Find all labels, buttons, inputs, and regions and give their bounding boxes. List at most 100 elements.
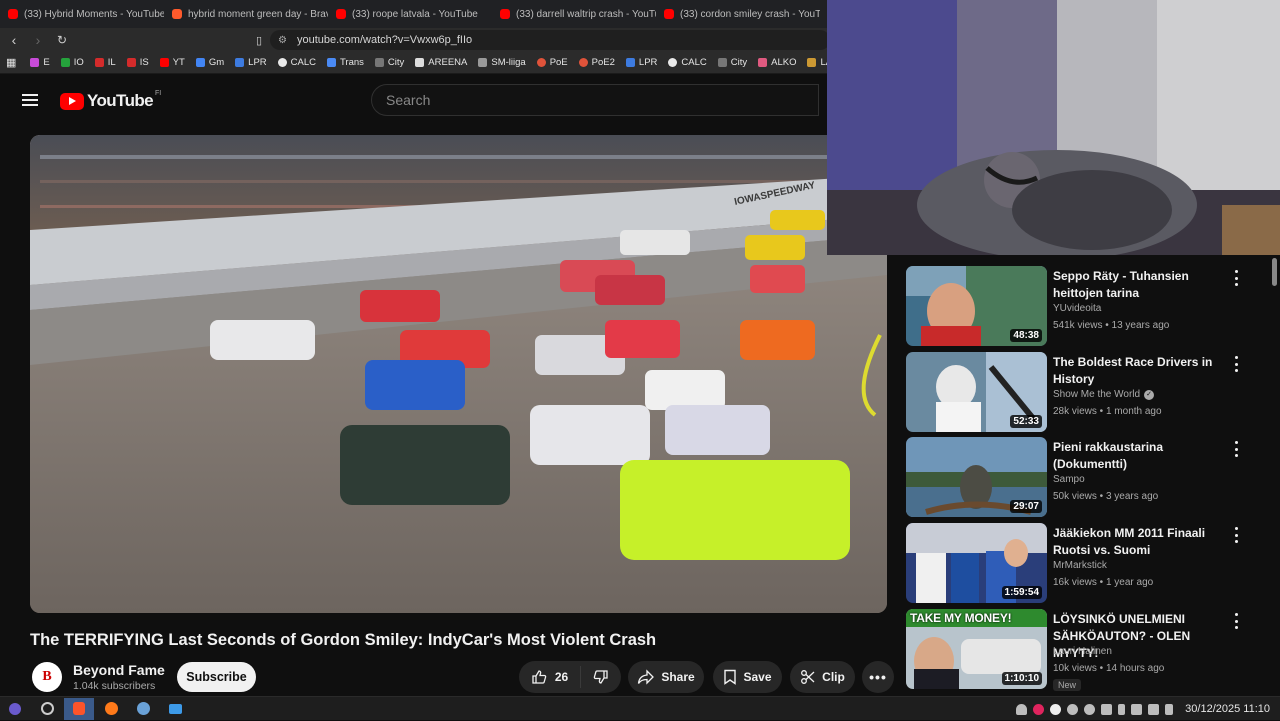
steam-tray-icon[interactable]: [1067, 703, 1079, 715]
notification-bell-icon[interactable]: [1016, 703, 1028, 715]
channel-name[interactable]: Beyond Fame: [73, 662, 165, 678]
forward-button[interactable]: ›: [28, 30, 48, 50]
video-duration: 52:33: [1010, 415, 1042, 428]
microphone-icon[interactable]: [1118, 703, 1126, 715]
media-play-icon[interactable]: [1084, 703, 1096, 715]
bookmark[interactable]: PoE: [536, 57, 568, 68]
more-vertical-icon[interactable]: [1232, 613, 1240, 629]
apps-grid-icon[interactable]: ▦: [6, 56, 16, 69]
channel-name[interactable]: Show Me the World ✓: [1053, 389, 1155, 400]
video-thumbnail[interactable]: 1:59:54: [906, 523, 1047, 603]
dislike-button[interactable]: [581, 669, 621, 685]
bookmark[interactable]: LPR: [235, 57, 267, 68]
video-player[interactable]: IOWASPEEDWAY: [30, 135, 887, 613]
clipboard-icon[interactable]: [1101, 703, 1113, 715]
bookmark[interactable]: City: [374, 57, 404, 68]
search-input[interactable]: Search: [371, 84, 819, 116]
channel-name[interactable]: YUvideoita: [1053, 303, 1101, 314]
tab-title: (33) Hybrid Moments - YouTube: [24, 8, 164, 20]
menu-icon[interactable]: [22, 94, 38, 106]
bookmark-page-button[interactable]: ▯: [249, 30, 269, 50]
like-button[interactable]: 26: [519, 666, 581, 688]
bookmark[interactable]: YT: [159, 57, 185, 68]
tab-title: hybrid moment green day - Brav: [188, 8, 328, 20]
video-title[interactable]: The Boldest Race Drivers in History: [1053, 354, 1225, 388]
bookmark-label: YT: [172, 57, 185, 68]
recommended-video[interactable]: TAKE MY MONEY! 1:10:10 LÖYSINKÖ UNELMIEN…: [906, 609, 1246, 691]
sidebar-scrollbar[interactable]: [1270, 255, 1278, 695]
expand-tray-icon[interactable]: [1165, 703, 1174, 715]
bookmark[interactable]: IL: [94, 57, 116, 68]
bookmark[interactable]: AREENA: [415, 57, 467, 68]
back-button[interactable]: ‹: [4, 30, 24, 50]
taskbar-app-dashboard[interactable]: [32, 698, 62, 720]
bookmark[interactable]: SM-liiga: [478, 57, 526, 68]
more-vertical-icon[interactable]: [1232, 270, 1240, 286]
clock-datetime[interactable]: 30/12/2025 11:10: [1185, 703, 1270, 715]
taskbar-app-brave[interactable]: [64, 697, 94, 720]
more-vertical-icon[interactable]: [1232, 527, 1240, 543]
video-thumbnail[interactable]: 52:33: [906, 352, 1047, 432]
more-actions-button[interactable]: •••: [862, 661, 894, 693]
browser-tab[interactable]: (33) Hybrid Moments - YouTube: [0, 0, 164, 28]
video-meta: 16k views • 1 year ago: [1053, 577, 1154, 588]
bookmark[interactable]: IO: [60, 57, 84, 68]
bookmark[interactable]: E: [30, 57, 50, 68]
channel-avatar[interactable]: B: [32, 662, 62, 692]
recommended-video[interactable]: 52:33 The Boldest Race Drivers in Histor…: [906, 352, 1246, 432]
video-title[interactable]: Pieni rakkaustarina (Dokumentti): [1053, 439, 1225, 473]
more-vertical-icon[interactable]: [1232, 356, 1240, 372]
video-title[interactable]: Jääkiekon MM 2011 Finaali Ruotsi vs. Suo…: [1053, 525, 1225, 559]
bookmark-label: IS: [139, 57, 149, 68]
volume-icon[interactable]: [1131, 703, 1143, 715]
scrollbar-thumb[interactable]: [1272, 258, 1277, 286]
channel-name[interactable]: Lauri Halinen: [1053, 646, 1112, 657]
bookmark[interactable]: CALC: [277, 57, 316, 68]
channel-name[interactable]: MrMarkstick: [1053, 560, 1107, 571]
bookmark-favicon-icon: [578, 58, 588, 67]
bookmark[interactable]: CALC: [668, 57, 707, 68]
bookmark[interactable]: PoE2: [578, 57, 615, 68]
taskbar-app-steam[interactable]: [128, 698, 158, 720]
video-duration: 48:38: [1010, 329, 1042, 342]
more-vertical-icon[interactable]: [1232, 441, 1240, 457]
clip-button[interactable]: Clip: [790, 661, 855, 693]
bookmark[interactable]: Trans: [326, 57, 364, 68]
bookmark[interactable]: IS: [126, 57, 149, 68]
video-title[interactable]: Seppo Räty - Tuhansien heittojen tarina: [1053, 268, 1225, 302]
channel-name[interactable]: Sampo: [1053, 474, 1085, 485]
like-count: 26: [554, 670, 569, 684]
recommended-video[interactable]: 29:07 Pieni rakkaustarina (Dokumentti) S…: [906, 437, 1246, 517]
recommended-video[interactable]: 1:59:54 Jääkiekon MM 2011 Finaali Ruotsi…: [906, 523, 1246, 603]
video-thumbnail[interactable]: 48:38: [906, 266, 1047, 346]
video-thumbnail[interactable]: 29:07: [906, 437, 1047, 517]
browser-tab[interactable]: (33) cordon smiley crash - YouTu: [656, 0, 820, 28]
share-button[interactable]: Share: [628, 661, 704, 693]
app-launcher-button[interactable]: [0, 698, 30, 720]
like-dislike-group: 26: [519, 661, 621, 693]
video-thumbnail[interactable]: TAKE MY MONEY! 1:10:10: [906, 609, 1047, 689]
bookmark[interactable]: City: [717, 57, 747, 68]
network-icon[interactable]: [1148, 703, 1160, 715]
save-button[interactable]: Save: [713, 661, 782, 693]
bookmark[interactable]: ALKO: [758, 57, 796, 68]
browser-tab[interactable]: (33) darrell waltrip crash - YouTu: [492, 0, 656, 28]
bookmark[interactable]: Gm: [195, 57, 224, 68]
bookmark-favicon-icon: [415, 58, 425, 67]
taskbar-app-files[interactable]: [160, 698, 190, 720]
clip-label: Clip: [822, 670, 845, 684]
subscribe-button[interactable]: Subscribe: [177, 662, 256, 692]
youtube-logo[interactable]: YouTube FI: [60, 90, 161, 111]
browser-tab[interactable]: hybrid moment green day - Brav: [164, 0, 328, 28]
record-icon[interactable]: [1033, 703, 1045, 715]
taskbar-app-firefox[interactable]: [96, 698, 126, 720]
address-bar[interactable]: ⚙ youtube.com/watch?v=Vwxw6p_fIIo: [270, 30, 830, 50]
reload-button[interactable]: ↻: [52, 30, 72, 50]
channel-label: Lauri Halinen: [1053, 646, 1112, 657]
browser-tab[interactable]: (33) roope latvala - YouTube: [328, 0, 492, 28]
obs-icon[interactable]: [1050, 703, 1062, 715]
recommended-video[interactable]: 48:38 Seppo Räty - Tuhansien heittojen t…: [906, 266, 1246, 346]
bookmark[interactable]: LPR: [625, 57, 657, 68]
save-label: Save: [743, 670, 772, 684]
bookmark-label: IO: [73, 57, 84, 68]
